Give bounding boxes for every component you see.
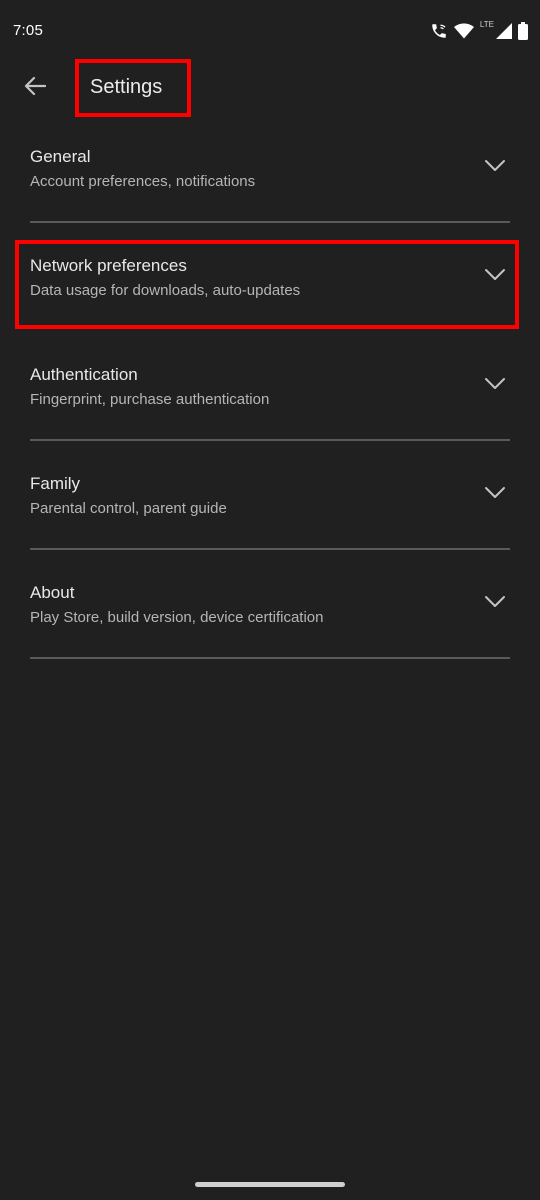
chevron-down-icon[interactable] bbox=[484, 377, 506, 391]
lte-label: LTE bbox=[479, 19, 494, 29]
item-title: Family bbox=[30, 474, 81, 493]
item-subtitle: Data usage for downloads, auto-updates bbox=[30, 282, 301, 299]
settings-item-family[interactable]: Family Parental control, parent guide bbox=[0, 441, 540, 550]
status-bar: 7:05 LTE bbox=[0, 0, 540, 62]
settings-item-network-preferences[interactable]: Network preferences Data usage for downl… bbox=[0, 223, 540, 332]
settings-item-authentication[interactable]: Authentication Fingerprint, purchase aut… bbox=[0, 332, 540, 441]
back-button[interactable] bbox=[18, 72, 52, 104]
settings-list: General Account preferences, notificatio… bbox=[0, 114, 540, 659]
item-title: General bbox=[30, 147, 91, 166]
page-title: Settings bbox=[90, 76, 163, 98]
battery-icon bbox=[518, 22, 528, 40]
item-title: About bbox=[30, 583, 75, 602]
settings-screen: 7:05 LTE Settings General Account prefer… bbox=[0, 0, 540, 1200]
item-subtitle: Play Store, build version, device certif… bbox=[30, 609, 324, 626]
gesture-nav-handle[interactable] bbox=[195, 1182, 345, 1187]
chevron-down-icon[interactable] bbox=[484, 268, 506, 282]
item-subtitle: Fingerprint, purchase authentication bbox=[30, 391, 270, 408]
item-subtitle: Account preferences, notifications bbox=[30, 173, 256, 190]
wifi-icon bbox=[453, 23, 474, 39]
item-title: Authentication bbox=[30, 365, 138, 384]
settings-item-general[interactable]: General Account preferences, notificatio… bbox=[0, 114, 540, 223]
item-subtitle: Parental control, parent guide bbox=[30, 500, 227, 517]
top-app-bar: Settings bbox=[0, 59, 540, 117]
chevron-down-icon[interactable] bbox=[484, 595, 506, 609]
cell-signal-icon bbox=[496, 23, 512, 39]
status-icons: LTE bbox=[430, 20, 528, 42]
wifi-calling-icon bbox=[430, 22, 448, 40]
item-title: Network preferences bbox=[30, 256, 187, 275]
settings-item-about[interactable]: About Play Store, build version, device … bbox=[0, 550, 540, 659]
chevron-down-icon[interactable] bbox=[484, 486, 506, 500]
arrow-back-icon bbox=[24, 76, 47, 101]
status-time: 7:05 bbox=[13, 22, 43, 39]
chevron-down-icon[interactable] bbox=[484, 159, 506, 173]
divider bbox=[30, 657, 510, 659]
